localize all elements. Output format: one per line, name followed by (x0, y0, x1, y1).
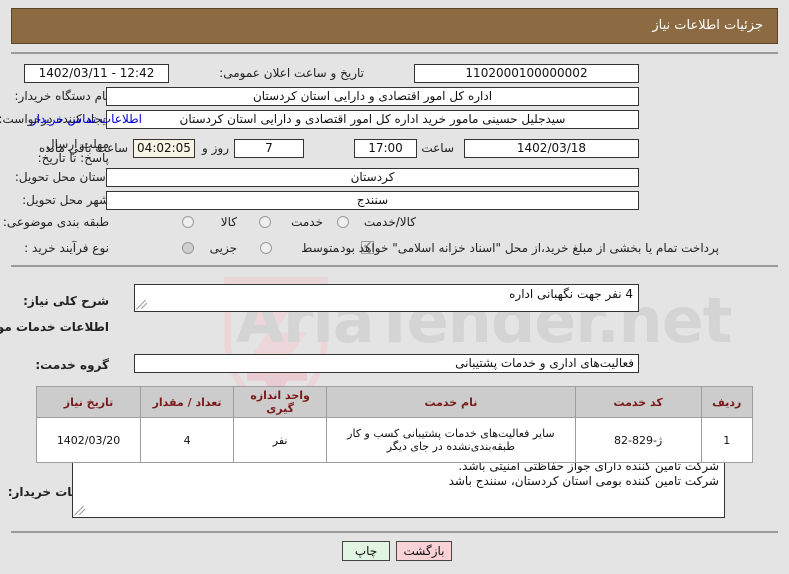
section-divider-2 (11, 531, 778, 533)
section-divider-1 (11, 265, 778, 267)
col-service-code: کد خدمت (574, 386, 702, 418)
page-title: جزئیات اطلاعات نیاز (652, 18, 763, 33)
page-header-bar: جزئیات اطلاعات نیاز (11, 8, 778, 44)
table-header-row: ردیف کد خدمت نام خدمت واحد اندازه گیری ت… (35, 386, 754, 418)
services-table: ردیف کد خدمت نام خدمت واحد اندازه گیری ت… (35, 386, 754, 463)
col-unit: واحد اندازه گیری (233, 386, 328, 418)
col-row-no: ردیف (700, 386, 754, 418)
col-need-date: تاریخ نیاز (35, 386, 142, 418)
cell-need-date: 1402/03/20 (35, 417, 142, 463)
cell-service-name: سایر فعالیت‌های خدمات پشتیبانی کسب و کار… (326, 417, 576, 463)
cell-unit: نفر (233, 417, 328, 463)
col-quantity: تعداد / مقدار (140, 386, 235, 418)
cell-quantity: 4 (140, 417, 235, 463)
cell-service-code: ژ-829-82 (574, 417, 702, 463)
table-row: 1 ژ-829-82 سایر فعالیت‌های خدمات پشتیبان… (35, 417, 754, 463)
col-service-name: نام خدمت (326, 386, 576, 418)
cell-row-no: 1 (700, 417, 754, 463)
main-panel (11, 52, 778, 555)
